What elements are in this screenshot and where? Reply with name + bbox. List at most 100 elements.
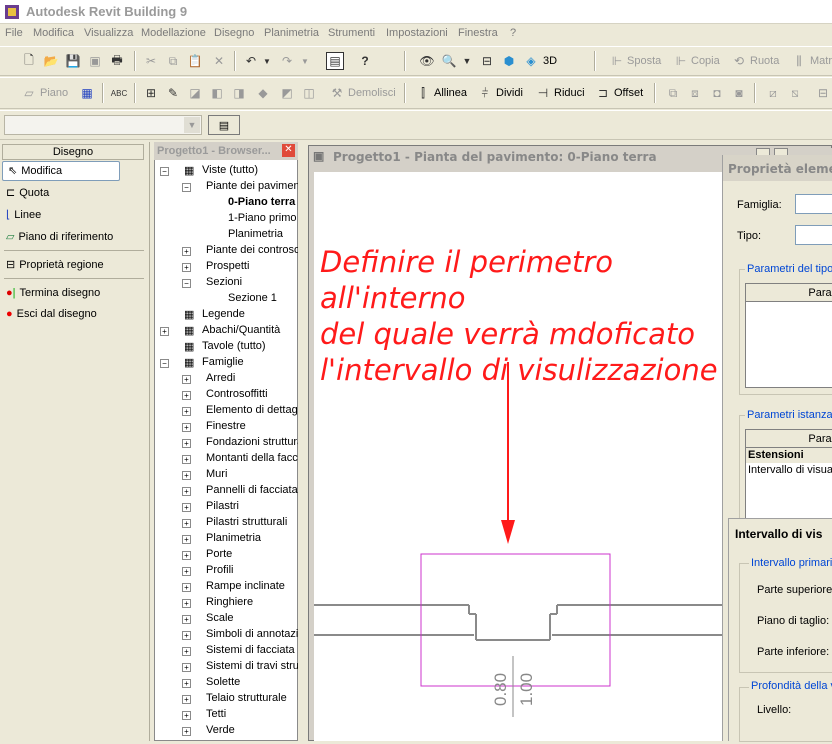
browser-tree-item[interactable]: Viste (tutto) [202,164,258,176]
collapse-icon[interactable]: − [160,167,169,176]
wall-joins-icon[interactable]: ◫ [300,84,318,102]
browser-tree-item[interactable]: Planimetria [228,228,283,240]
visibility-eye-icon[interactable]: 👁 [418,52,436,70]
ungroup-icon[interactable]: ⧈ [686,84,704,102]
zoom-dropdown-icon[interactable]: ▼ [458,52,476,70]
browser-tree-item[interactable]: Legende [202,308,245,320]
browser-tree-item[interactable]: Fondazioni struttura [206,436,298,448]
expand-icon[interactable]: + [160,327,169,336]
copy-element-icon[interactable]: ⊩ [672,52,690,70]
expand-icon[interactable]: + [182,567,191,576]
expand-icon[interactable]: + [182,663,191,672]
collapse-icon[interactable]: − [160,359,169,368]
group-options-icon[interactable]: ◙ [730,84,748,102]
piano-button[interactable]: Piano [40,87,68,99]
join-icon[interactable]: ◨ [230,84,248,102]
3d-cube-icon[interactable]: ⬢ [500,52,518,70]
browser-tree-item[interactable]: Profili [206,564,234,576]
expand-icon[interactable]: + [182,583,191,592]
browser-tree-item[interactable]: Controsoffitti [206,388,268,400]
expand-icon[interactable]: + [182,375,191,384]
redo-icon[interactable]: ↷ [278,52,296,70]
undo-dropdown-icon[interactable]: ▼ [258,52,276,70]
menu-modellazione[interactable]: Modellazione [141,27,206,39]
save-icon[interactable]: 💾 [64,52,82,70]
matrice-button[interactable]: Matr [810,55,832,67]
expand-icon[interactable]: + [182,615,191,624]
browser-tree-item[interactable]: Pilastri strutturali [206,516,287,528]
section-icon[interactable]: ⊟ [478,52,496,70]
browser-tree-item[interactable]: Tavole (tutto) [202,340,266,352]
riduci-button[interactable]: Riduci [554,87,585,99]
browser-tree-item[interactable]: 1-Piano primo [228,212,296,224]
cut-geometry-icon[interactable]: ◆ [254,84,272,102]
collapse-icon[interactable]: − [182,279,191,288]
whats-this-icon[interactable]: ? [356,52,374,70]
collapse-icon[interactable]: − [182,183,191,192]
3d-view-icon[interactable]: ◈ [522,52,540,70]
expand-icon[interactable]: + [182,695,191,704]
new-file-icon[interactable]: 🗋 [20,52,38,70]
browser-tree-item[interactable]: Piante dei controso [206,244,298,256]
expand-icon[interactable]: + [182,631,191,640]
browser-tree-item[interactable]: Sistemi di facciata c [206,644,298,656]
expand-icon[interactable]: + [182,407,191,416]
proprieta-regione-tool[interactable]: ⊟ Proprietà regione [6,258,104,272]
menu-planimetria[interactable]: Planimetria [264,27,319,39]
browser-tree-item[interactable]: Simboli di annotazio [206,628,298,640]
copy-icon[interactable]: ⧉ [164,52,182,70]
browser-tree-item[interactable]: Pannelli di facciata [206,484,298,496]
menu-strumenti[interactable]: Strumenti [328,27,375,39]
type-selector[interactable] [4,115,202,135]
browser-tree-item[interactable]: Montanti della facc [206,452,298,464]
expand-icon[interactable]: + [182,247,191,256]
ruota-button[interactable]: Ruota [750,55,779,67]
menu-disegno[interactable]: Disegno [214,27,254,39]
quota-tool[interactable]: ⊏ Quota [6,186,49,200]
browser-tree-item[interactable]: Famiglie [202,356,244,368]
browser-tree-item[interactable]: Finestre [206,420,246,432]
align-icon[interactable]: ⫿ [414,84,432,102]
zoom-icon[interactable]: 🔍 [440,52,458,70]
cut-icon[interactable]: ✂ [142,52,160,70]
expand-icon[interactable]: + [182,727,191,736]
expand-icon[interactable]: + [182,599,191,608]
type-properties-icon[interactable]: ⊞ [142,84,160,102]
redo-dropdown-icon[interactable]: ▼ [296,52,314,70]
spelling-icon[interactable]: ABC [110,84,128,102]
expand-icon[interactable]: + [182,503,191,512]
demolish-hammer-icon[interactable]: ⚒ [328,84,346,102]
browser-tree-item[interactable]: Sezioni [206,276,242,288]
expand-icon[interactable]: + [182,519,191,528]
expand-icon[interactable]: + [182,487,191,496]
browser-tree-item[interactable]: Arredi [206,372,235,384]
open-folder-icon[interactable]: 📂 [42,52,60,70]
tipo-select[interactable] [795,225,832,245]
famiglia-select[interactable] [795,194,832,214]
paint-icon[interactable]: ◪ [186,84,204,102]
browser-tree-item[interactable]: Elemento di dettagl [206,404,298,416]
menu-file[interactable]: File [5,27,23,39]
sposta-button[interactable]: Sposta [627,55,661,67]
edit-group-icon[interactable]: ◘ [708,84,726,102]
menu-visualizza[interactable]: Visualizza [84,27,133,39]
dividi-button[interactable]: Dividi [496,87,523,99]
menu-finestra[interactable]: Finestra [458,27,498,39]
piano-riferimento-tool[interactable]: ▱ Piano di riferimento [6,230,113,244]
menu-help[interactable]: ? [510,27,516,39]
save-all-icon[interactable]: ▣ [86,52,104,70]
browser-tree-item[interactable]: Porte [206,548,232,560]
offset-icon[interactable]: ⊐ [594,84,612,102]
split-face-icon[interactable]: ◧ [208,84,226,102]
group-icon[interactable]: ⧉ [664,84,682,102]
browser-tree-item[interactable]: Solette [206,676,240,688]
grid-icon[interactable]: ▦ [78,84,96,102]
revit-app-icon[interactable] [4,4,20,20]
expand-icon[interactable]: + [182,423,191,432]
browser-tree-item[interactable]: Telaio strutturale [206,692,287,704]
3d-label[interactable]: 3D [543,55,557,67]
browser-tree-item[interactable]: Rampe inclinate [206,580,285,592]
expand-icon[interactable]: + [182,471,191,480]
browser-tree-item[interactable]: Piante dei pavimen [206,180,298,192]
browser-tree-item[interactable]: Pilastri [206,500,239,512]
